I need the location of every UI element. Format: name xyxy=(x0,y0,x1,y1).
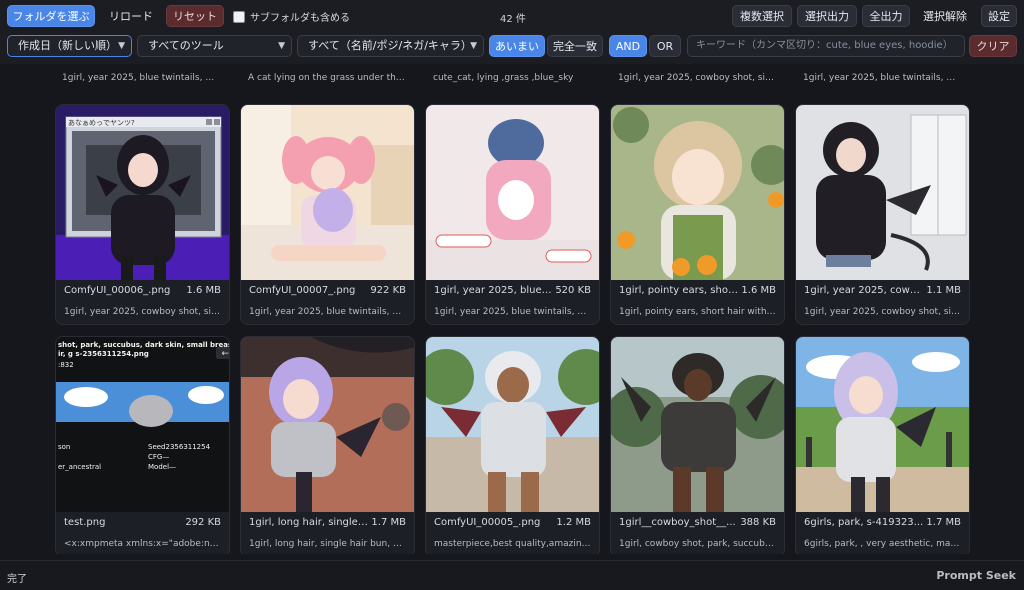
app-brand: Prompt Seek xyxy=(936,569,1016,582)
overlay-dimensions: :832 xyxy=(58,361,74,369)
chevron-down-icon: ▼ xyxy=(118,41,125,51)
file-size: 520 KB xyxy=(555,285,591,296)
image-thumbnail[interactable] xyxy=(611,337,784,512)
file-size: 1.2 MB xyxy=(556,517,591,528)
image-card[interactable]: ComfyUI_00005_.png 1.2 MB masterpiece,bes… xyxy=(425,336,600,554)
window-title-text: あなぁめっでヤンツ? xyxy=(68,119,135,127)
sort-select-value: 作成日（新しい順） xyxy=(18,39,117,52)
file-size: 1.7 MB xyxy=(926,517,961,528)
partial-card-prompt: cute_cat, lying ,grass ,blue_sky xyxy=(433,73,574,83)
include-subfolders-checkbox[interactable] xyxy=(233,10,245,23)
card-prompt: 1girl, year 2025, cowboy shot, simpl... xyxy=(64,307,221,317)
overlay-cfg: CFG— xyxy=(148,453,170,461)
reset-button[interactable]: リセット xyxy=(166,5,224,27)
file-size: 388 KB xyxy=(740,517,776,528)
or-button[interactable]: OR xyxy=(649,35,681,57)
include-subfolders-option[interactable]: サブフォルダも含める xyxy=(233,9,350,24)
keyword-input[interactable]: キーワード（カンマ区切り：cute, blue eyes, hoodie） xyxy=(687,35,965,57)
image-card[interactable]: 1girl, year 2025, blue t... 520 KB 1girl,… xyxy=(425,104,600,325)
image-card[interactable]: 1girl, long hair, single h... 1.7 MB 1gir… xyxy=(240,336,415,554)
partial-card-prompt: A cat lying on the grass under the bl... xyxy=(248,73,406,83)
file-size: 1.7 MB xyxy=(371,517,406,528)
scope-select[interactable]: すべて（名前/ポジ/ネガ/キャラ） ▼ xyxy=(297,35,484,57)
tool-select-value: すべてのツール xyxy=(148,39,224,52)
card-prompt: <x:xmpmeta xmlns:x="adobe:ns:met... xyxy=(64,539,221,549)
file-name: 1girl, year 2025, blue t... xyxy=(434,285,554,296)
image-thumbnail[interactable] xyxy=(796,337,969,512)
overlay-left2: er_ancestral xyxy=(58,463,102,471)
chevron-down-icon: ▼ xyxy=(278,41,285,51)
image-grid: 1girl, year 2025, blue twintails, pink .… xyxy=(0,64,1024,554)
partial-card-prompt: 1girl, year 2025, blue twintails, pink .… xyxy=(62,73,220,83)
partial-card-prompt: 1girl, year 2025, cowboy shot, simpl... xyxy=(618,73,776,83)
overlay-model: Model— xyxy=(148,463,177,471)
card-prompt: 1girl, year 2025, blue twintails, pink .… xyxy=(249,307,406,317)
select-folder-button[interactable]: フォルダを選ぶ xyxy=(7,5,95,27)
back-arrow-icon[interactable]: ← xyxy=(221,349,229,359)
include-subfolders-label: サブフォルダも含める xyxy=(250,13,350,24)
reload-button[interactable]: リロード xyxy=(101,5,161,27)
image-card[interactable]: ComfyUI_00007_.png 922 KB 1girl, year 202… xyxy=(240,104,415,325)
settings-button[interactable]: 設定 xyxy=(981,5,1017,27)
image-card[interactable]: 6girls, park, s-419323... 1.7 MB 6girls, … xyxy=(795,336,970,554)
card-prompt: 1girl, year 2025, blue twintails, pink .… xyxy=(434,307,591,317)
result-count: 42 件 xyxy=(500,14,526,25)
image-thumbnail[interactable] xyxy=(611,105,784,280)
export-all-button[interactable]: 全出力 xyxy=(862,5,910,27)
image-thumbnail[interactable]: あなぁめっでヤンツ? xyxy=(56,105,229,280)
and-button[interactable]: AND xyxy=(609,35,647,57)
sort-select[interactable]: 作成日（新しい順） ▼ xyxy=(7,35,132,57)
clear-button[interactable]: クリア xyxy=(969,35,1017,57)
overlay-seed: Seed2356311254 xyxy=(148,443,211,451)
status-text: 完了 xyxy=(7,574,27,585)
image-thumbnail[interactable] xyxy=(426,105,599,280)
file-name: 6girls, park, s-419323... xyxy=(804,517,924,528)
image-thumbnail[interactable] xyxy=(241,105,414,280)
overlay-title: shot, park, succubus, dark skin, small b… xyxy=(58,341,230,349)
file-name: ComfyUI_00005_.png xyxy=(434,517,541,528)
image-thumbnail[interactable] xyxy=(426,337,599,512)
image-card[interactable]: あなぁめっでヤンツ? ComfyUI_00006_.png 1.6 MB 1gir… xyxy=(55,104,230,325)
card-prompt: 6girls, park, , very aesthetic, master..… xyxy=(804,539,961,549)
file-name: 1girl__cowboy_shot__... xyxy=(619,517,736,528)
image-card[interactable]: shot, park, succubus, dark skin, small b… xyxy=(55,336,230,554)
image-card[interactable]: 1girl, pointy ears, short... 1.6 MB 1girl… xyxy=(610,104,785,325)
multi-select-button[interactable]: 複数選択 xyxy=(732,5,792,27)
partial-card-prompt: 1girl, year 2025, blue twintails, pink .… xyxy=(803,73,961,83)
file-name: 1girl, long hair, single h... xyxy=(249,517,369,528)
image-thumbnail[interactable] xyxy=(241,337,414,512)
image-thumbnail[interactable] xyxy=(796,105,969,280)
scope-select-value: すべて（名前/ポジ/ネガ/キャラ） xyxy=(308,39,472,52)
card-prompt: 1girl, long hair, single hair bun, side … xyxy=(249,539,406,549)
image-thumbnail[interactable]: shot, park, succubus, dark skin, small b… xyxy=(56,337,230,512)
file-name: 1girl, pointy ears, short... xyxy=(619,285,739,296)
file-name: 1girl, year 2025, cowbo... xyxy=(804,285,924,296)
exact-match-button[interactable]: 完全一致 xyxy=(547,35,603,57)
card-prompt: 1girl, pointy ears, short hair with lon.… xyxy=(619,307,776,317)
tool-select[interactable]: すべてのツール ▼ xyxy=(137,35,292,57)
file-size: 922 KB xyxy=(370,285,406,296)
fuzzy-match-button[interactable]: あいまい xyxy=(489,35,545,57)
overlay-filename: ir, g s-2356311254.png xyxy=(58,350,149,358)
status-bar: 完了 Prompt Seek xyxy=(0,560,1024,590)
file-name: test.png xyxy=(64,517,106,528)
file-name: ComfyUI_00006_.png xyxy=(64,285,171,296)
image-card[interactable]: 1girl__cowboy_shot__... 388 KB 1girl, cow… xyxy=(610,336,785,554)
image-card[interactable]: 1girl, year 2025, cowbo... 1.1 MB 1girl, … xyxy=(795,104,970,325)
card-prompt: 1girl, cowboy shot, park, succubus, ... xyxy=(619,539,776,549)
overlay-left1: son xyxy=(58,443,71,451)
file-name: ComfyUI_00007_.png xyxy=(249,285,356,296)
file-size: 1.6 MB xyxy=(186,285,221,296)
export-selected-button[interactable]: 選択出力 xyxy=(797,5,857,27)
file-size: 1.1 MB xyxy=(926,285,961,296)
card-prompt: masterpiece,best quality,amazing qu... xyxy=(434,539,591,549)
chevron-down-icon: ▼ xyxy=(470,41,477,51)
card-prompt: 1girl, year 2025, cowboy shot, simpl... xyxy=(804,307,961,317)
toolbar: フォルダを選ぶ リロード リセット サブフォルダも含める 42 件 複数選択 選… xyxy=(0,0,1024,64)
file-size: 1.6 MB xyxy=(741,285,776,296)
clear-selection-button[interactable]: 選択解除 xyxy=(915,5,975,27)
file-size: 292 KB xyxy=(185,517,221,528)
